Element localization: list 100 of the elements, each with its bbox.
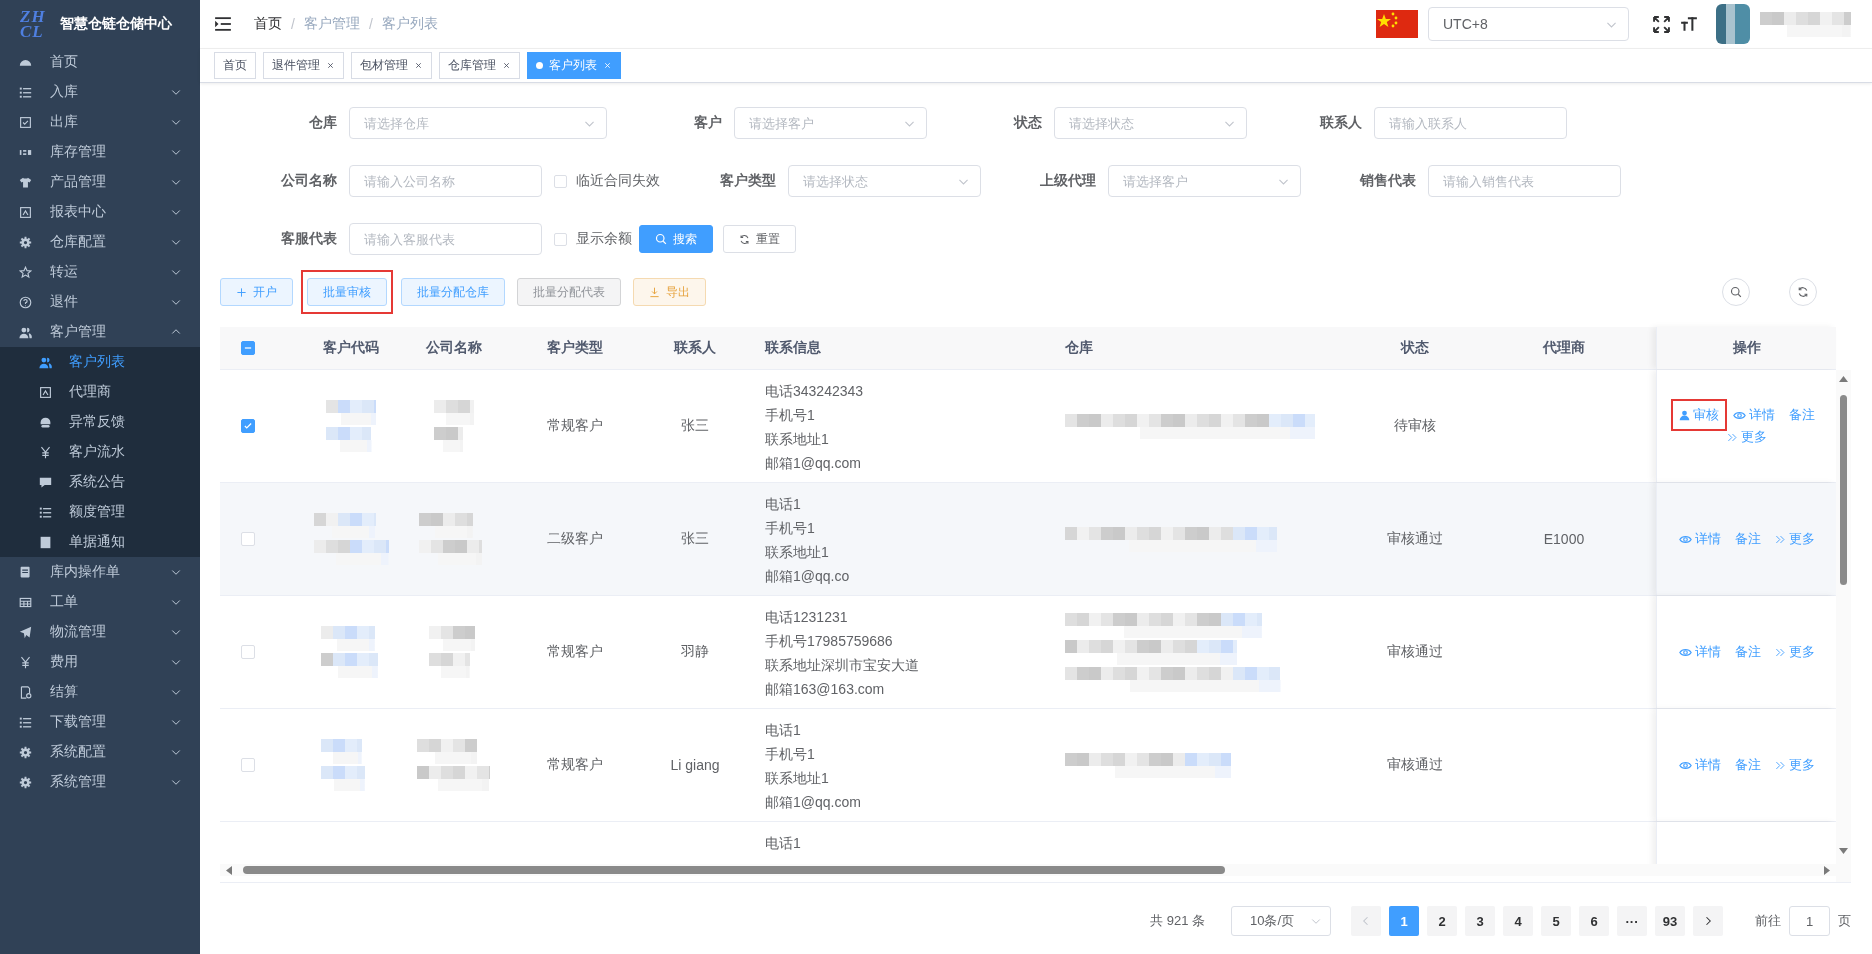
scroll-thumb[interactable] — [1840, 395, 1847, 585]
arrow-right-icon[interactable] — [1824, 866, 1830, 875]
contact-line: 手机号1 — [765, 406, 815, 425]
select-field[interactable]: 请选择客户 — [734, 107, 927, 139]
menu-item[interactable]: 系统配置 — [0, 737, 200, 767]
input-field[interactable]: 请输入公司名称 — [349, 165, 542, 197]
table-cell: 常规客户 — [547, 643, 603, 661]
table-cell: E1000 — [1543, 531, 1585, 547]
table-cell: 审核通过 — [1387, 643, 1443, 661]
page-button[interactable]: 93 — [1655, 906, 1685, 936]
page-input[interactable]: 1 — [1789, 906, 1830, 936]
menu-item[interactable]: 结算 — [0, 677, 200, 707]
receipt-icon — [19, 685, 32, 699]
page-button[interactable]: 4 — [1503, 906, 1533, 936]
search-button[interactable] — [1722, 278, 1750, 306]
column-header: 客户代码 — [323, 339, 379, 357]
menu-item[interactable]: 费用 — [0, 647, 200, 677]
select-field[interactable]: 请选择状态 — [788, 165, 981, 197]
tab[interactable]: 包材管理 — [351, 52, 432, 79]
arrow-up-icon[interactable] — [1839, 376, 1848, 382]
tab[interactable]: 首页 — [214, 52, 256, 79]
input-field[interactable]: 请输入客服代表 — [349, 223, 542, 255]
gear-icon — [19, 235, 32, 249]
close-icon — [414, 61, 423, 70]
select-field[interactable]: 请选择状态 — [1054, 107, 1247, 139]
arrow-left-icon[interactable] — [226, 866, 232, 875]
page-button[interactable]: 5 — [1541, 906, 1571, 936]
checkbox[interactable] — [241, 419, 255, 433]
menu-item[interactable]: 工单 — [0, 587, 200, 617]
contact-line: 电话1231231 — [765, 608, 848, 627]
page-button[interactable]: ··· — [1617, 906, 1647, 936]
menu-item[interactable]: 库存管理 — [0, 137, 200, 167]
menu-item[interactable]: 物流管理 — [0, 617, 200, 647]
contact-line: 联系地址1 — [765, 430, 829, 449]
vertical-scrollbar[interactable] — [1836, 370, 1851, 882]
select-field[interactable]: 请选择客户 — [1108, 165, 1301, 197]
table-row[interactable]: 常规客户 张三 电话343242343 手机号1 联系地址1 邮箱1@qq.com 待审核 审核 详情 备注 更多 — [220, 370, 1836, 483]
submenu-item[interactable]: 代理商 — [0, 377, 200, 407]
timezone-select[interactable]: UTC+8 — [1428, 7, 1629, 41]
gear-icon — [19, 775, 32, 789]
star-icon — [19, 265, 32, 279]
submenu-item[interactable]: 异常反馈 — [0, 407, 200, 437]
table-cell: 常规客户 — [547, 417, 603, 435]
submenu-item[interactable]: 系统公告 — [0, 467, 200, 497]
menu-item[interactable]: 系统管理 — [0, 767, 200, 797]
avatar[interactable] — [1716, 4, 1750, 44]
yen-icon — [19, 655, 32, 669]
contact-line: 电话1 — [765, 495, 801, 514]
breadcrumb-item: 客户列表 — [381, 15, 438, 33]
contact-line: 电话1 — [765, 834, 801, 853]
horizontal-scrollbar[interactable] — [220, 864, 1836, 876]
breadcrumb-item[interactable]: 首页 — [254, 15, 282, 33]
field-label: 销售代表 — [1358, 172, 1417, 190]
checkbox[interactable] — [241, 341, 255, 355]
contact-line: 联系地址1 — [765, 769, 829, 788]
menu-item[interactable]: 首页 — [0, 47, 200, 77]
document-icon — [19, 565, 32, 579]
page-size-select[interactable]: 10条/页 — [1231, 906, 1331, 936]
active-dot — [536, 62, 543, 69]
select-field[interactable]: 请选择仓库 — [349, 107, 607, 139]
logo: ZHCL — [20, 8, 47, 39]
flag-icon — [1376, 10, 1418, 38]
menu-item[interactable]: 报表中心 — [0, 197, 200, 227]
submenu-item[interactable]: 额度管理 — [0, 497, 200, 527]
input-field[interactable]: 请输入销售代表 — [1428, 165, 1621, 197]
user-icon — [1678, 409, 1690, 421]
fullscreen-icon — [1653, 15, 1670, 33]
refresh-button[interactable] — [1789, 278, 1817, 306]
arrow-down-icon[interactable] — [1839, 848, 1848, 854]
page-button[interactable]: 6 — [1579, 906, 1609, 936]
blurred-text — [321, 626, 381, 678]
submenu-item[interactable]: 单据通知 — [0, 527, 200, 557]
breadcrumb-separator: / — [291, 16, 295, 32]
chart-frame-icon — [39, 385, 52, 399]
menu-item[interactable]: 出库 — [0, 107, 200, 137]
menu-item[interactable]: 转运 — [0, 257, 200, 287]
goto-label: 前往 — [1755, 912, 1781, 930]
submenu-item[interactable]: 客户列表 — [0, 347, 200, 377]
table-cell: 待审核 — [1394, 417, 1436, 435]
question-icon — [19, 295, 32, 309]
download-icon — [649, 286, 660, 298]
menu-item[interactable]: 产品管理 — [0, 167, 200, 197]
reset-button[interactable]: 重置 — [723, 225, 796, 253]
tab[interactable]: 退件管理 — [263, 52, 344, 79]
menu-item[interactable]: 下载管理 — [0, 707, 200, 737]
input-field[interactable]: 请输入联系人 — [1374, 107, 1567, 139]
column-header: 联系信息 — [765, 339, 821, 357]
search-icon — [655, 233, 667, 245]
table-icon — [19, 595, 32, 609]
menu-item[interactable]: 仓库配置 — [0, 227, 200, 257]
page-button[interactable]: 2 — [1427, 906, 1457, 936]
text-size-icon — [1680, 15, 1698, 33]
submenu-item[interactable]: 客户流水 — [0, 437, 200, 467]
menu-item[interactable]: 退件 — [0, 287, 200, 317]
menu-item[interactable]: 入库 — [0, 77, 200, 107]
scroll-thumb[interactable] — [243, 866, 1225, 874]
menu-item[interactable]: 客户管理 — [0, 317, 200, 347]
tab[interactable]: 仓库管理 — [439, 52, 520, 79]
page-button[interactable]: 3 — [1465, 906, 1495, 936]
menu-item[interactable]: 库内操作单 — [0, 557, 200, 587]
